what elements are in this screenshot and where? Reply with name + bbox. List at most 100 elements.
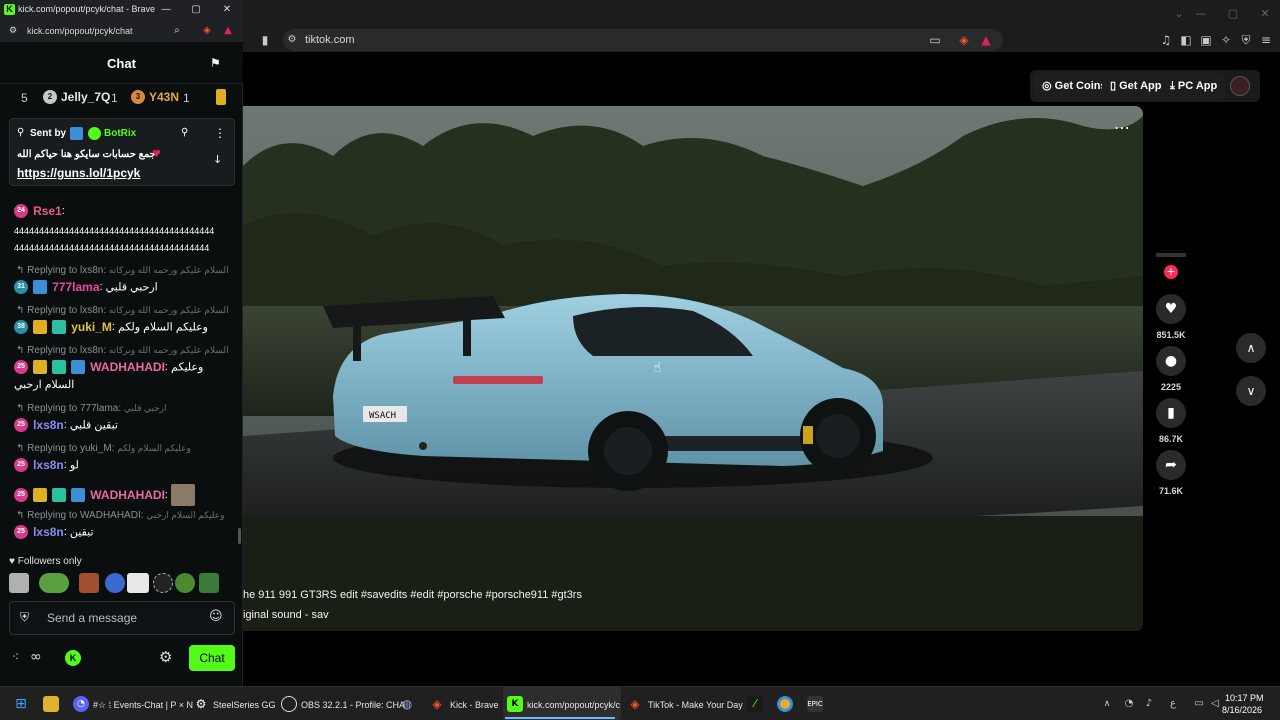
leaderboard-scroll-icon[interactable]: [216, 89, 226, 105]
share-icon[interactable]: ➦: [1156, 450, 1186, 480]
brave-icon[interactable]: ◈: [627, 696, 643, 712]
chat-input-placeholder[interactable]: Send a message: [47, 611, 137, 625]
bookmark-icon[interactable]: ▮: [1156, 398, 1186, 428]
site-info-icon[interactable]: ⚙: [6, 24, 20, 38]
brave-rewards-icon[interactable]: ▲: [978, 32, 994, 48]
emote-button[interactable]: [199, 573, 219, 593]
chat-username[interactable]: lxs8n: [33, 458, 64, 472]
brave-shield-icon[interactable]: ◈: [956, 32, 972, 48]
emote-button[interactable]: [175, 573, 195, 593]
share-action[interactable]: ➦ 71.6K: [1156, 450, 1186, 496]
profile-avatar[interactable]: [1230, 76, 1250, 96]
app-icon[interactable]: ⁄: [747, 696, 763, 712]
chat-username[interactable]: lxs8n: [33, 525, 64, 539]
emote-button[interactable]: [153, 573, 173, 593]
brave-rewards-icon[interactable]: ▲: [221, 24, 235, 38]
emote-button[interactable]: [127, 573, 149, 593]
chat-username[interactable]: yuki_M: [71, 320, 112, 334]
pinned-sender[interactable]: BotRix: [104, 128, 136, 139]
chevron-down-icon[interactable]: ⌄: [1171, 6, 1187, 22]
wallet-icon[interactable]: ▣: [1198, 32, 1214, 48]
chrome-icon[interactable]: [777, 696, 793, 712]
address-text[interactable]: tiktok.com: [305, 34, 355, 46]
chat-send-button[interactable]: Chat: [189, 645, 235, 671]
users-icon[interactable]: ⚑: [210, 56, 221, 70]
chat-username[interactable]: WADHAHADI: [90, 488, 165, 502]
comment-icon[interactable]: ●: [1156, 346, 1186, 376]
chat-username[interactable]: Rse1: [33, 204, 62, 218]
language-icon[interactable]: ع: [1165, 696, 1181, 712]
taskbar-kick-popout[interactable]: kick.com/popout/pcyk/c: [527, 696, 620, 714]
video-player[interactable]: WSACH: [243, 106, 1143, 631]
leo-icon[interactable]: ✧: [1218, 32, 1234, 48]
like-action[interactable]: ♥ 851.5K: [1156, 294, 1186, 340]
kick-address-text[interactable]: kick.com/popout/pcyk/chat: [27, 26, 133, 36]
points-icon[interactable]: ⁖: [12, 650, 19, 664]
bookmark-icon[interactable]: ▮: [257, 32, 273, 48]
pc-app-button[interactable]: ⤓ PC App: [1162, 73, 1226, 99]
save-action[interactable]: ▮ 86.7K: [1156, 398, 1186, 444]
chat-scrollbar[interactable]: [238, 528, 241, 544]
media-icon[interactable]: ♫: [1158, 32, 1174, 48]
brave-shield-icon[interactable]: ◈: [200, 24, 214, 38]
emote-button[interactable]: [39, 573, 69, 593]
vpn-icon[interactable]: ⛨: [1238, 32, 1254, 48]
site-info-icon[interactable]: ⚙: [284, 32, 300, 48]
taskbar-steelseries[interactable]: SteelSeries GG: [213, 696, 276, 714]
file-explorer-icon[interactable]: [43, 696, 59, 712]
sidebar-icon[interactable]: ◧: [1178, 32, 1194, 48]
expand-pinned-icon[interactable]: ↓: [213, 153, 222, 166]
emote-button[interactable]: [105, 573, 125, 593]
steelseries-icon[interactable]: ⚙: [193, 696, 209, 712]
chat-username[interactable]: WADHAHADI: [90, 360, 165, 374]
maximize-icon[interactable]: ▢: [189, 3, 203, 17]
network-icon[interactable]: ▭: [1191, 696, 1207, 712]
more-options-icon[interactable]: ⋯: [1114, 118, 1130, 137]
microphone-icon[interactable]: ♪: [1141, 696, 1157, 712]
kick-badge-icon[interactable]: K: [65, 650, 81, 666]
follow-plus-icon[interactable]: +: [1164, 265, 1178, 279]
settings-gear-icon[interactable]: ⚙: [159, 648, 172, 666]
taskbar-kick-brave[interactable]: Kick - Brave: [450, 696, 499, 714]
windows-start-icon[interactable]: ⊞: [13, 696, 29, 712]
infinity-icon[interactable]: ∞: [30, 649, 42, 665]
more-options-icon[interactable]: ⋮: [214, 126, 226, 140]
emote-button[interactable]: [9, 573, 29, 593]
zoom-icon[interactable]: ⌕: [170, 24, 184, 38]
unpin-icon[interactable]: ⚲: [181, 127, 188, 138]
next-video-button[interactable]: ∨: [1236, 376, 1266, 406]
discord-icon[interactable]: ◔: [73, 696, 89, 712]
leaderboard-user[interactable]: Y43N: [149, 90, 179, 104]
previous-video-button[interactable]: ∧: [1236, 333, 1266, 363]
taskbar-obs[interactable]: OBS 32.2.1 - Profile: CHA: [301, 696, 405, 714]
video-sound[interactable]: iginal sound - sav: [243, 609, 329, 621]
close-icon[interactable]: ✕: [220, 3, 234, 17]
tray-overflow-icon[interactable]: ∧: [1099, 696, 1115, 712]
pinned-link[interactable]: https://guns.lol/1pcyk: [17, 166, 140, 180]
clock-date[interactable]: 8/16/2026: [1222, 705, 1262, 715]
brave-icon[interactable]: ◈: [429, 696, 445, 712]
cast-icon[interactable]: ▭: [927, 32, 943, 48]
address-bar[interactable]: [283, 29, 1003, 51]
taskbar-tiktok[interactable]: TikTok - Make Your Day: [648, 696, 743, 714]
minimize-icon[interactable]: —: [1193, 6, 1209, 22]
maximize-icon[interactable]: ▢: [1225, 6, 1241, 22]
chat-username[interactable]: 777lama: [52, 280, 99, 294]
creator-avatar[interactable]: +: [1156, 253, 1186, 279]
comment-action[interactable]: ● 2225: [1156, 346, 1186, 392]
emote-button[interactable]: [79, 573, 99, 593]
minimize-icon[interactable]: —: [159, 3, 173, 17]
heart-icon[interactable]: ♥: [1156, 294, 1186, 324]
epic-games-icon[interactable]: EPIC: [807, 696, 823, 712]
kick-icon[interactable]: K: [507, 696, 523, 712]
discord-tray-icon[interactable]: ◔: [1121, 696, 1137, 712]
steam-icon[interactable]: ◍: [399, 696, 415, 712]
clock-time[interactable]: 10:17 PM: [1225, 693, 1264, 703]
volume-icon[interactable]: ◁: [1207, 696, 1223, 712]
leaderboard-user[interactable]: Jelly_7Q: [61, 90, 110, 104]
menu-icon[interactable]: ≡: [1258, 32, 1274, 48]
chat-username[interactable]: lxs8n: [33, 418, 64, 432]
get-app-button[interactable]: ▯ Get App: [1102, 73, 1170, 99]
taskbar-discord[interactable]: #☆ ⁞ Events-Chat | P × N: [93, 696, 193, 714]
close-icon[interactable]: ✕: [1257, 6, 1273, 22]
